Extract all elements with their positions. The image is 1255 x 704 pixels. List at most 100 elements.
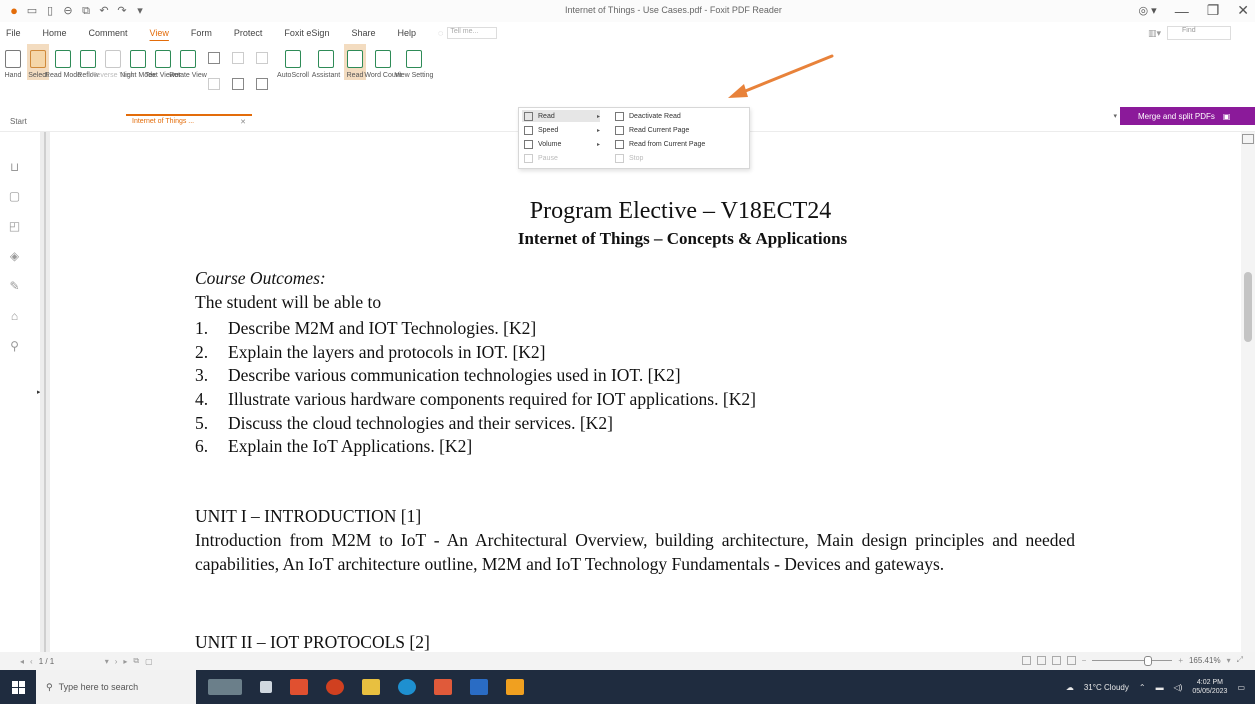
next-page-icon[interactable]: › [115, 657, 118, 666]
app-icon-1[interactable] [290, 679, 308, 695]
dd-pause-item[interactable]: Pause [524, 152, 600, 164]
menu-comment[interactable]: Comment [89, 28, 128, 38]
zoom-options-icon[interactable] [256, 78, 268, 90]
word-icon[interactable] [470, 679, 488, 695]
word-count-icon [375, 50, 391, 68]
view-setting-icon [406, 50, 422, 68]
assistant-button[interactable]: Assistant [311, 44, 341, 80]
dd-read-from-page-item[interactable]: Read from Current Page [615, 138, 705, 150]
tray-chevron-icon[interactable]: ⌃ [1139, 683, 1146, 692]
task-view-icon[interactable] [260, 681, 272, 693]
account-icon[interactable]: ◎ ▾ [1139, 4, 1157, 17]
menu-protect[interactable]: Protect [234, 28, 263, 38]
single-page-icon[interactable] [208, 52, 220, 64]
signature-icon[interactable]: ✎ [8, 279, 21, 293]
dd-deactivate-read-item[interactable]: Deactivate Read [615, 110, 681, 122]
cont-facing-icon[interactable] [208, 78, 220, 90]
menu-foxit-esign[interactable]: Foxit eSign [284, 28, 329, 38]
fit-icon[interactable]: ⤢ [1237, 655, 1243, 665]
zoom-slider[interactable] [1092, 655, 1173, 666]
copy-icon[interactable]: ⧉ [80, 5, 92, 17]
zoom-in-icon[interactable]: + [1178, 656, 1183, 665]
last-page-icon[interactable]: ▸ [123, 657, 127, 666]
scroll-thumb[interactable] [1244, 272, 1252, 342]
facing-icon[interactable] [256, 52, 268, 64]
word-count-button[interactable]: Word Count [364, 44, 402, 80]
prev-page-icon[interactable]: ‹ [30, 657, 33, 666]
menu-form[interactable]: Form [191, 28, 212, 38]
facing-view-icon[interactable] [1051, 655, 1061, 665]
bookmark-icon[interactable]: ⊔ [8, 160, 21, 174]
menu-file[interactable]: File [6, 28, 21, 38]
brave-icon[interactable] [434, 679, 452, 695]
security-icon[interactable]: ⌂ [8, 309, 21, 323]
taskbar-search[interactable]: ⚲ Type here to search [36, 670, 196, 704]
continuous-icon[interactable] [232, 52, 244, 64]
widget-image-icon[interactable] [208, 679, 242, 695]
read-button[interactable]: Read [344, 44, 366, 80]
comments-icon[interactable]: ◰ [8, 219, 21, 233]
layers-icon[interactable]: ◈ [8, 249, 21, 263]
tab-start[interactable]: Start [10, 117, 27, 126]
tell-me-box[interactable]: ◌ Tell me... [438, 27, 498, 39]
edge-icon[interactable] [398, 679, 416, 695]
dd-read-item[interactable]: Read ▸ [522, 110, 600, 122]
foxit-taskbar-icon[interactable] [506, 679, 524, 695]
first-page-icon[interactable]: ◂ [20, 657, 24, 666]
outcome-item: 4. Illustrate various hardware components… [195, 388, 756, 412]
open-icon[interactable]: ▭ [26, 5, 38, 17]
minimize-button[interactable]: — [1175, 3, 1189, 19]
customize-icon[interactable]: ▾ [134, 5, 146, 17]
find-input[interactable]: Find [1167, 26, 1231, 40]
start-button[interactable] [0, 670, 36, 704]
redo-icon[interactable]: ↷ [116, 5, 128, 17]
page-view-icon[interactable]: ▢ [145, 657, 153, 666]
attachments-icon[interactable]: ⚲ [8, 339, 21, 353]
dd-speed-item[interactable]: Speed ▸ [524, 124, 600, 136]
menu-help[interactable]: Help [397, 28, 416, 38]
app-icon-2[interactable] [326, 679, 344, 695]
volume-tray-icon[interactable]: ◁) [1174, 683, 1183, 692]
pages-icon[interactable]: ▢ [8, 189, 21, 203]
autoscroll-button[interactable]: AutoScroll [277, 44, 309, 80]
merge-split-button[interactable]: Merge and split PDFs ▣ [1120, 107, 1255, 125]
view-setting-button[interactable]: View Setting [395, 44, 433, 80]
weather-text[interactable]: 31°C Cloudy [1084, 683, 1129, 692]
menu-view[interactable]: View [150, 28, 169, 38]
restore-button[interactable]: ❐ [1207, 2, 1220, 19]
page-dropdown-icon[interactable]: ▾ [105, 657, 109, 666]
continuous-view-icon[interactable] [1036, 655, 1046, 665]
tell-me-input[interactable]: Tell me... [447, 27, 498, 39]
page-number-field[interactable]: 1 / 1 [39, 657, 99, 666]
menu-home[interactable]: Home [43, 28, 67, 38]
save-view-icon[interactable]: ⧉ [133, 656, 139, 666]
close-button[interactable]: ✕ [1237, 2, 1249, 19]
rotate-view-label: Rotate View [169, 72, 207, 79]
read-mode-button[interactable]: Read Mode [45, 44, 81, 80]
vertical-scrollbar[interactable] [1241, 132, 1255, 652]
menu-share[interactable]: Share [351, 28, 375, 38]
notifications-icon[interactable]: ▭ [1237, 683, 1245, 692]
file-explorer-icon[interactable] [362, 679, 380, 695]
scroll-top-icon[interactable] [1242, 134, 1254, 144]
close-tab-icon[interactable]: ✕ [240, 118, 246, 128]
clock[interactable]: 4:02 PM 05/05/2023 [1192, 678, 1227, 696]
dd-stop-item[interactable]: Stop [615, 152, 643, 164]
new-icon[interactable]: ▯ [44, 5, 56, 17]
rotate-view-button[interactable]: Rotate View [169, 44, 207, 80]
tab-document[interactable]: Internet of Things ... ✕ [126, 114, 252, 130]
cont-facing-view-icon[interactable] [1066, 655, 1076, 665]
weather-icon[interactable]: ☁ [1066, 683, 1074, 692]
font-size-icon[interactable] [232, 78, 244, 90]
zoom-out-icon[interactable]: − [1082, 656, 1087, 665]
zoom-level[interactable]: 165.41% [1189, 656, 1221, 665]
hand-button[interactable]: Hand [2, 44, 24, 80]
zoom-dropdown-icon[interactable]: ▾ [1227, 656, 1231, 665]
dd-volume-item[interactable]: Volume ▸ [524, 138, 600, 150]
single-page-view-icon[interactable] [1021, 655, 1031, 665]
network-icon[interactable]: ▬ [1156, 683, 1164, 692]
print-icon[interactable]: ⊖ [62, 5, 74, 17]
layout-icon[interactable]: ▥▾ [1148, 28, 1161, 39]
dd-read-current-page-item[interactable]: Read Current Page [615, 124, 689, 136]
undo-icon[interactable]: ↶ [98, 5, 110, 17]
